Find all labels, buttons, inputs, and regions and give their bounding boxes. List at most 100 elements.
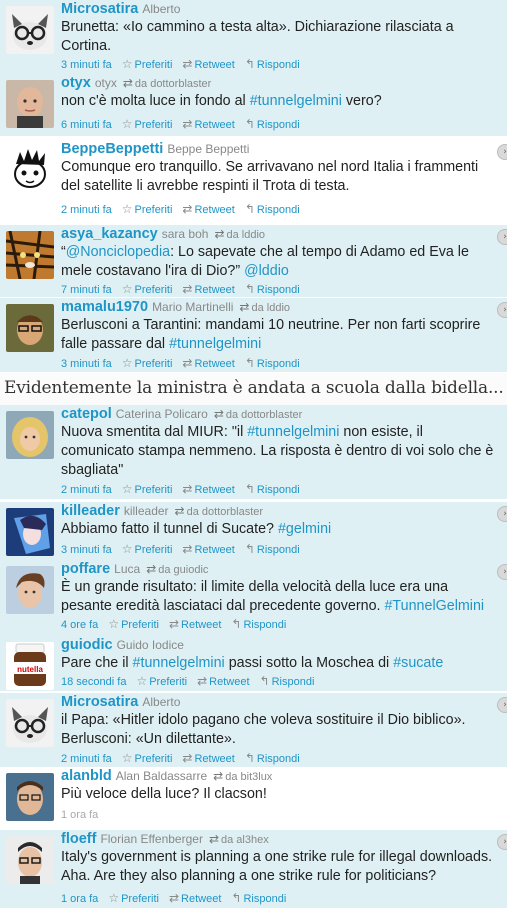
timestamp-link[interactable]: 6 minuti fa — [61, 119, 112, 131]
retweet-link[interactable]: Retweet — [194, 753, 234, 765]
avatar[interactable] — [6, 146, 54, 194]
timestamp-link[interactable]: 4 ore fa — [61, 619, 98, 631]
screen-name[interactable]: BeppeBeppetti — [61, 141, 163, 157]
favorite-link[interactable]: Preferiti — [135, 544, 173, 556]
avatar[interactable] — [6, 304, 54, 352]
star-icon[interactable]: ☆ — [108, 891, 119, 905]
star-icon[interactable]: ☆ — [108, 617, 119, 631]
reply-icon[interactable]: ↰ — [231, 891, 241, 905]
timestamp-link[interactable]: 18 secondi fa — [61, 676, 126, 688]
avatar[interactable] — [6, 231, 54, 279]
reply-link[interactable]: Rispondi — [272, 676, 315, 688]
star-icon[interactable]: ☆ — [122, 117, 133, 131]
favorite-link[interactable]: Preferiti — [149, 676, 187, 688]
retweeted-by[interactable]: da guiodic — [158, 564, 208, 576]
avatar[interactable] — [6, 508, 54, 556]
hashtag-link[interactable]: #gelmini — [278, 521, 331, 537]
timestamp-link[interactable]: 1 ora fa — [61, 893, 98, 905]
avatar[interactable] — [6, 80, 54, 128]
timestamp-link[interactable]: 7 minuti fa — [61, 284, 112, 296]
screen-name[interactable]: alanbld — [61, 768, 112, 784]
screen-name[interactable]: Microsatira — [61, 1, 138, 17]
avatar[interactable] — [6, 836, 54, 884]
mention-link[interactable]: @Nonciclopedia — [66, 244, 170, 260]
dismiss-icon[interactable]: › — [497, 144, 507, 160]
star-icon[interactable]: ☆ — [122, 482, 133, 496]
screen-name[interactable]: poffare — [61, 561, 110, 577]
retweet-icon[interactable]: ⇄ — [182, 482, 192, 496]
avatar[interactable] — [6, 6, 54, 54]
reply-link[interactable]: Rispondi — [243, 619, 286, 631]
reply-link[interactable]: Rispondi — [257, 484, 300, 496]
reply-link[interactable]: Rispondi — [243, 893, 286, 905]
favorite-link[interactable]: Preferiti — [121, 893, 159, 905]
favorite-link[interactable]: Preferiti — [135, 204, 173, 216]
reply-icon[interactable]: ↰ — [245, 542, 255, 556]
retweet-link[interactable]: Retweet — [194, 59, 234, 71]
timestamp-link[interactable]: 2 minuti fa — [61, 753, 112, 765]
retweet-icon[interactable]: ⇄ — [182, 202, 192, 216]
mention-link[interactable]: @lddio — [244, 263, 289, 279]
retweet-link[interactable]: Retweet — [194, 358, 234, 370]
hashtag-link[interactable]: #sucate — [393, 655, 443, 671]
retweet-icon[interactable]: ⇄ — [197, 674, 207, 688]
retweet-link[interactable]: Retweet — [209, 676, 249, 688]
retweet-link[interactable]: Retweet — [194, 284, 234, 296]
hashtag-link[interactable]: #tunnelgelmini — [169, 336, 261, 352]
star-icon[interactable]: ☆ — [122, 202, 133, 216]
reply-link[interactable]: Rispondi — [257, 119, 300, 131]
dismiss-icon[interactable]: › — [497, 229, 507, 245]
retweet-icon[interactable]: ⇄ — [182, 282, 192, 296]
hashtag-link[interactable]: #tunnelgelmini — [250, 93, 342, 109]
retweeted-by[interactable]: da lddio — [227, 229, 266, 241]
retweeted-by[interactable]: da dottorblaster — [135, 78, 211, 90]
reply-icon[interactable]: ↰ — [231, 617, 241, 631]
reply-icon[interactable]: ↰ — [245, 282, 255, 296]
favorite-link[interactable]: Preferiti — [135, 119, 173, 131]
screen-name[interactable]: killeader — [61, 503, 120, 519]
screen-name[interactable]: Microsatira — [61, 694, 138, 710]
star-icon[interactable]: ☆ — [122, 282, 133, 296]
star-icon[interactable]: ☆ — [122, 57, 133, 71]
dismiss-icon[interactable]: › — [497, 564, 507, 580]
star-icon[interactable]: ☆ — [122, 356, 133, 370]
avatar[interactable] — [6, 411, 54, 459]
screen-name[interactable]: asya_kazancy — [61, 226, 158, 242]
retweet-icon[interactable]: ⇄ — [182, 751, 192, 765]
star-icon[interactable]: ☆ — [122, 751, 133, 765]
avatar[interactable] — [6, 566, 54, 614]
retweet-link[interactable]: Retweet — [194, 544, 234, 556]
reply-icon[interactable]: ↰ — [245, 482, 255, 496]
retweet-link[interactable]: Retweet — [181, 619, 221, 631]
screen-name[interactable]: guiodic — [61, 637, 113, 653]
reply-link[interactable]: Rispondi — [257, 59, 300, 71]
reply-link[interactable]: Rispondi — [257, 358, 300, 370]
reply-link[interactable]: Rispondi — [257, 544, 300, 556]
retweet-link[interactable]: Retweet — [194, 484, 234, 496]
retweeted-by[interactable]: da bit3lux — [225, 771, 272, 783]
retweeted-by[interactable]: da lddio — [251, 302, 290, 314]
favorite-link[interactable]: Preferiti — [121, 619, 159, 631]
star-icon[interactable]: ☆ — [136, 674, 147, 688]
timestamp-link[interactable]: 3 minuti fa — [61, 544, 112, 556]
retweeted-by[interactable]: da dottorblaster — [226, 409, 302, 421]
dismiss-icon[interactable]: › — [497, 506, 507, 522]
timestamp-link[interactable]: 1 ora fa — [61, 809, 98, 821]
retweet-icon[interactable]: ⇄ — [182, 57, 192, 71]
reply-icon[interactable]: ↰ — [260, 674, 270, 688]
dismiss-icon[interactable]: › — [497, 834, 507, 850]
reply-icon[interactable]: ↰ — [245, 57, 255, 71]
star-icon[interactable]: ☆ — [122, 542, 133, 556]
reply-link[interactable]: Rispondi — [257, 753, 300, 765]
avatar[interactable] — [6, 773, 54, 821]
timestamp-link[interactable]: 2 minuti fa — [61, 484, 112, 496]
reply-link[interactable]: Rispondi — [257, 204, 300, 216]
retweet-icon[interactable]: ⇄ — [169, 891, 179, 905]
retweet-icon[interactable]: ⇄ — [169, 617, 179, 631]
favorite-link[interactable]: Preferiti — [135, 284, 173, 296]
retweet-link[interactable]: Retweet — [194, 204, 234, 216]
reply-icon[interactable]: ↰ — [245, 356, 255, 370]
timestamp-link[interactable]: 3 minuti fa — [61, 59, 112, 71]
timestamp-link[interactable]: 3 minuti fa — [61, 358, 112, 370]
retweeted-by[interactable]: da dottorblaster — [187, 506, 263, 518]
